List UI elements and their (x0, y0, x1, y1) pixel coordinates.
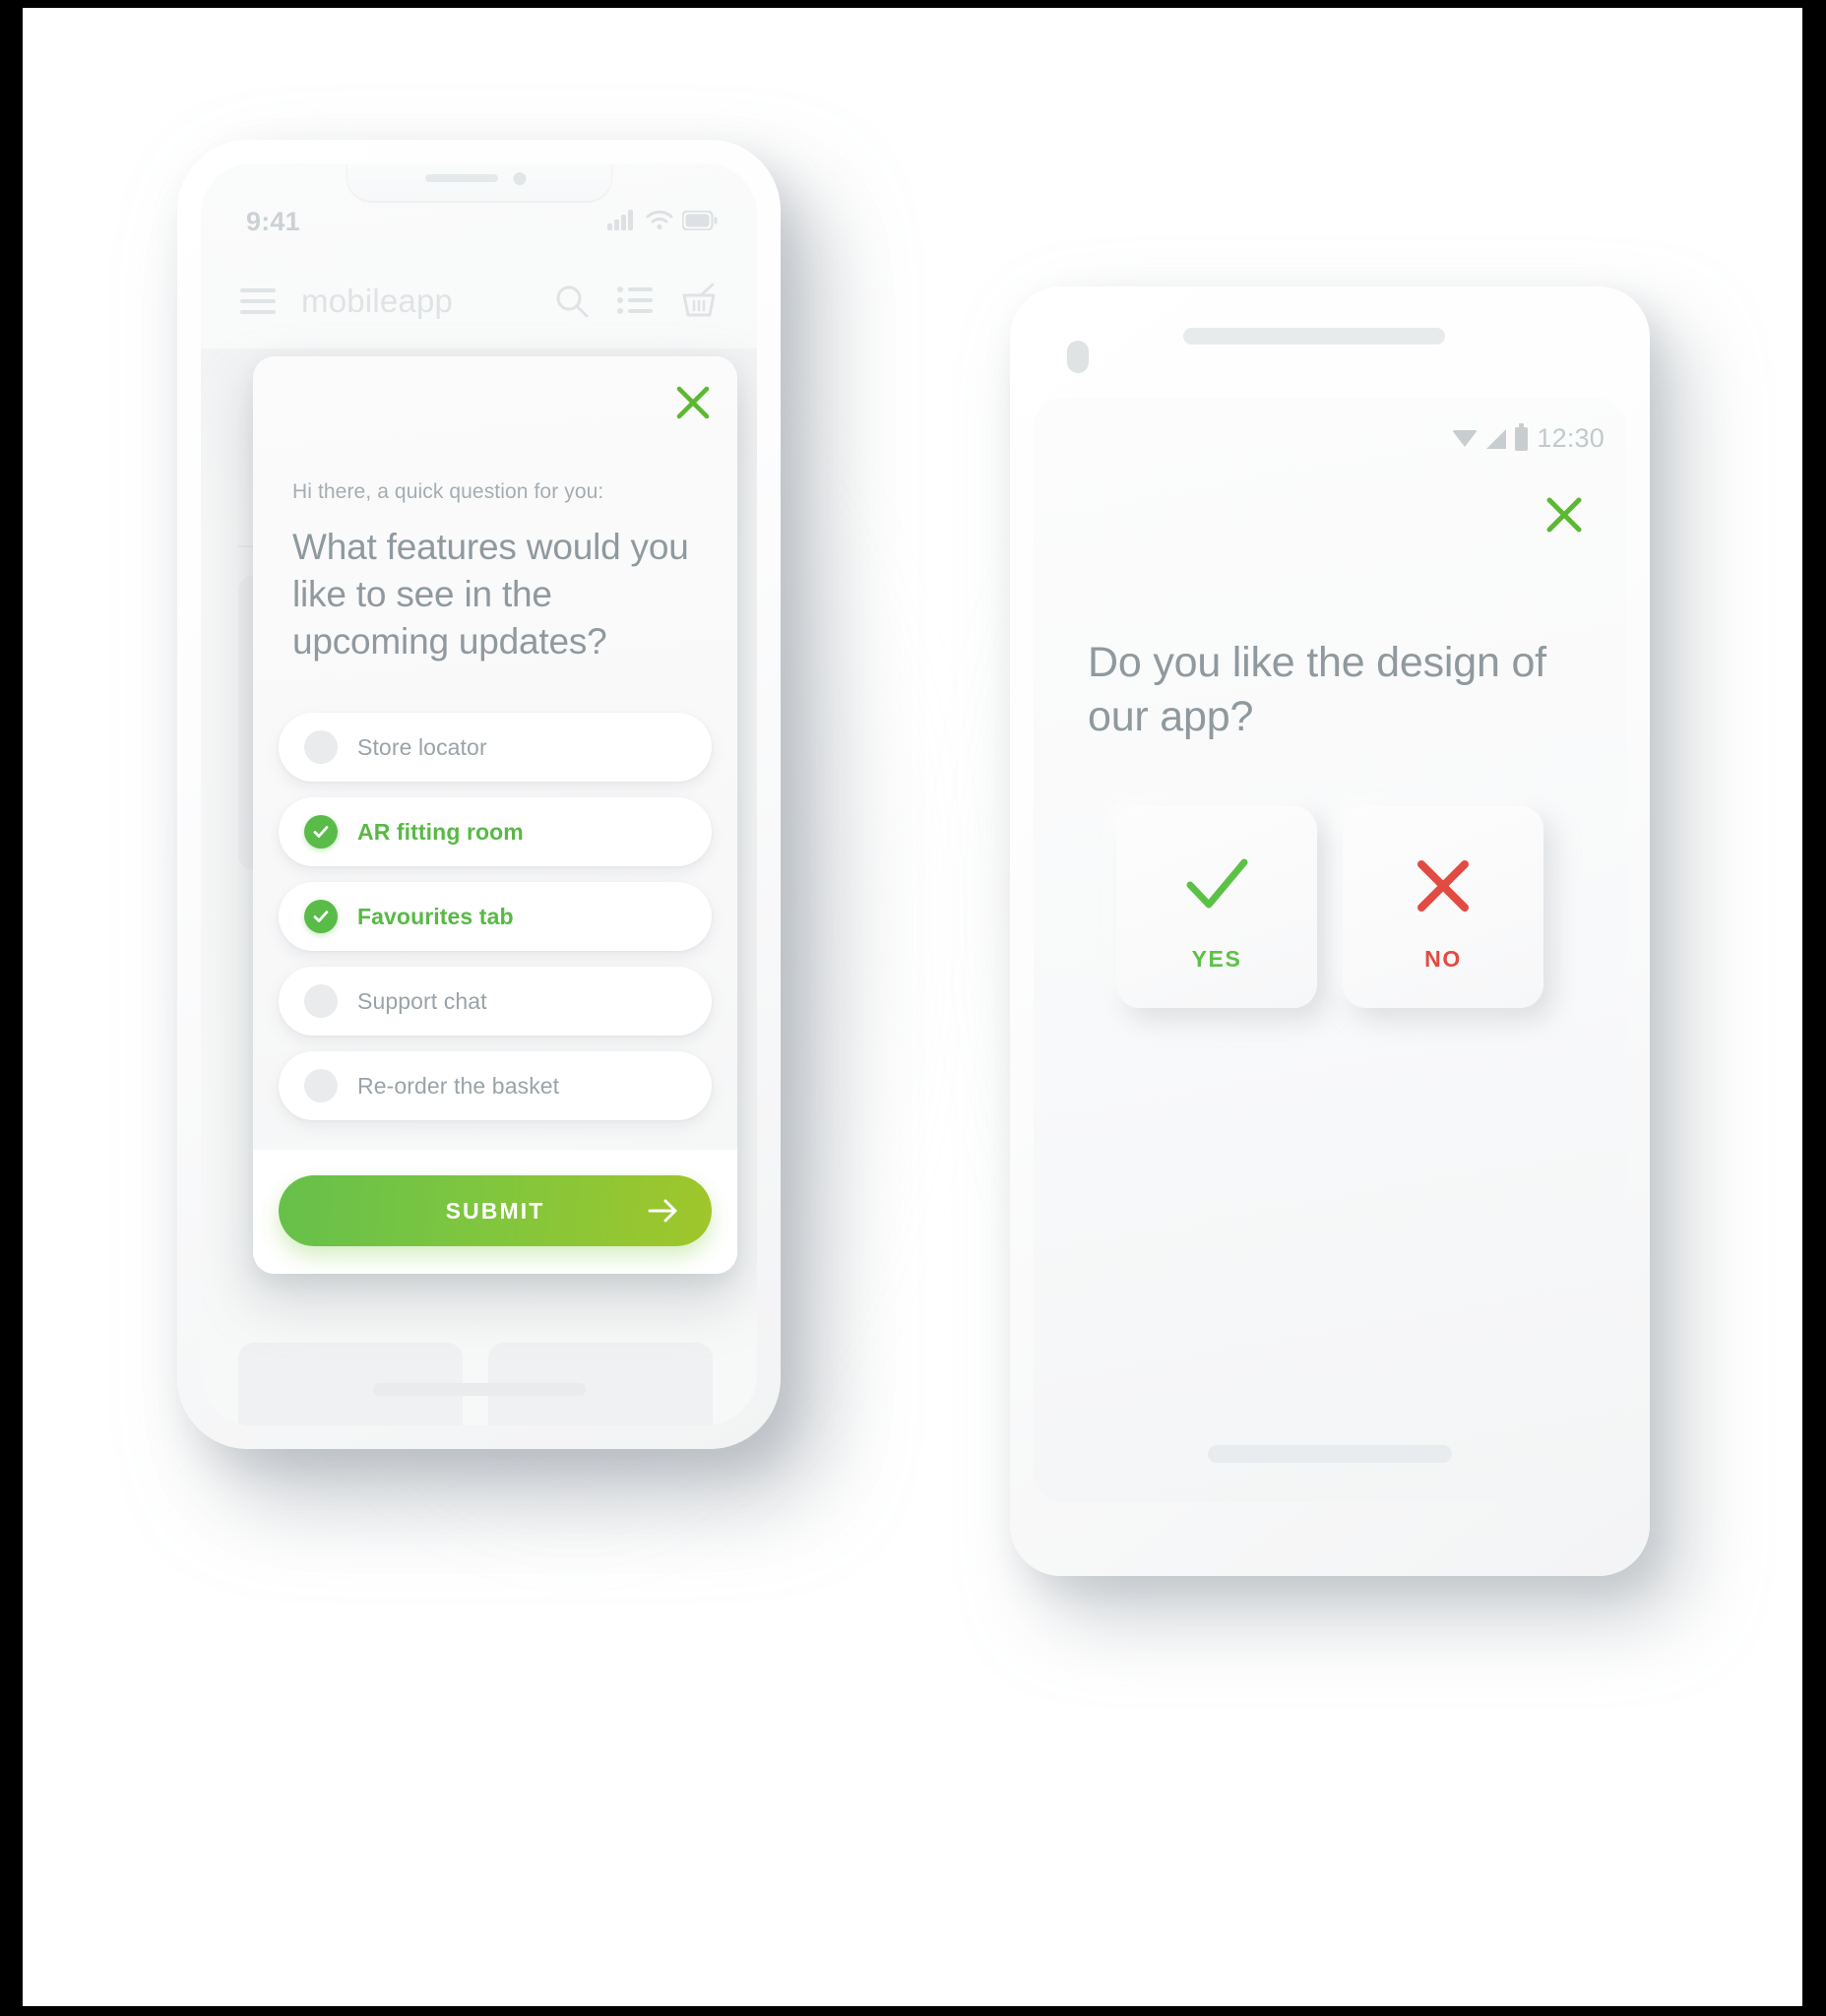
option-label: Re-order the basket (357, 1072, 560, 1099)
option-radio-icon (304, 1069, 338, 1103)
cross-x-icon (1409, 842, 1478, 930)
list-icon[interactable] (617, 285, 653, 317)
ios-clock: 9:41 (246, 207, 300, 236)
option-label: Support chat (357, 987, 487, 1014)
app-title: mobileapp (301, 283, 454, 319)
page-canvas: 12:30 Do you like the design of our app? (23, 8, 1802, 2006)
survey-intro-text: Hi there, a quick question for you: (292, 480, 604, 503)
app-header-icons (554, 283, 718, 320)
option-radio-icon (304, 730, 338, 765)
cellular-signal-icon (1486, 428, 1507, 449)
ios-home-indicator (372, 1383, 586, 1396)
option-label: Favourites tab (357, 903, 514, 929)
android-status-bar: 12:30 (1452, 422, 1605, 454)
submit-button[interactable]: SUBMIT (279, 1175, 712, 1247)
arrow-right-icon (643, 1190, 684, 1231)
answer-yes-button[interactable]: YES (1116, 806, 1317, 1008)
survey-question: What features would you like to see in t… (292, 527, 689, 662)
android-clock: 12:30 (1537, 423, 1605, 453)
wifi-icon (1452, 430, 1479, 447)
iphone-device: 9:41 mobileapp Hi there, a quick questio… (177, 140, 781, 1449)
android-survey-question: Do you like the design of our app? (1088, 639, 1546, 741)
android-home-indicator (1208, 1445, 1452, 1463)
answer-no-label: NO (1424, 946, 1462, 972)
survey-option[interactable]: Support chat (279, 967, 712, 1037)
search-icon[interactable] (554, 284, 590, 319)
close-x-icon[interactable] (1542, 492, 1587, 537)
iphone-front-camera (513, 172, 526, 185)
android-earpiece-speaker (1183, 328, 1445, 345)
checkmark-icon (1178, 842, 1255, 930)
option-radio-icon (304, 984, 338, 1019)
survey-option[interactable]: AR fitting room (279, 797, 712, 867)
cellular-signal-icon (607, 210, 633, 230)
iphone-screen: 9:41 mobileapp Hi there, a quick questio… (201, 163, 757, 1425)
option-label: Store locator (357, 733, 487, 760)
android-device: 12:30 Do you like the design of our app? (1010, 286, 1650, 1576)
app-header: mobileapp (201, 264, 757, 339)
ios-status-bar: 9:41 (201, 207, 757, 236)
wifi-icon (646, 210, 673, 230)
survey-options-list: Store locator AR fitting room Favourites… (279, 713, 712, 1121)
survey-modal: Hi there, a quick question for you: What… (253, 356, 737, 1275)
ios-status-icons (607, 209, 718, 230)
hamburger-menu-icon[interactable] (240, 288, 276, 314)
answer-no-button[interactable]: NO (1343, 806, 1543, 1008)
option-checked-icon (304, 900, 338, 934)
survey-option[interactable]: Favourites tab (279, 882, 712, 952)
option-checked-icon (304, 815, 338, 850)
android-answer-group: YES NO (1034, 806, 1626, 1008)
battery-icon (1515, 422, 1529, 451)
answer-yes-label: YES (1191, 946, 1242, 972)
iphone-notch (346, 163, 611, 201)
iphone-earpiece-speaker (424, 174, 498, 182)
screenshot-frame: 12:30 Do you like the design of our app? (0, 0, 1826, 2016)
android-screen: 12:30 Do you like the design of our app? (1034, 398, 1626, 1502)
close-x-icon[interactable] (672, 382, 714, 423)
survey-option[interactable]: Store locator (279, 713, 712, 783)
submit-button-label: SUBMIT (445, 1197, 545, 1224)
survey-footer: SUBMIT (253, 1150, 737, 1275)
battery-icon (682, 211, 718, 230)
survey-option[interactable]: Re-order the basket (279, 1051, 712, 1121)
shopping-basket-icon[interactable] (680, 283, 718, 320)
option-label: AR fitting room (357, 818, 524, 845)
android-front-camera (1067, 341, 1089, 373)
